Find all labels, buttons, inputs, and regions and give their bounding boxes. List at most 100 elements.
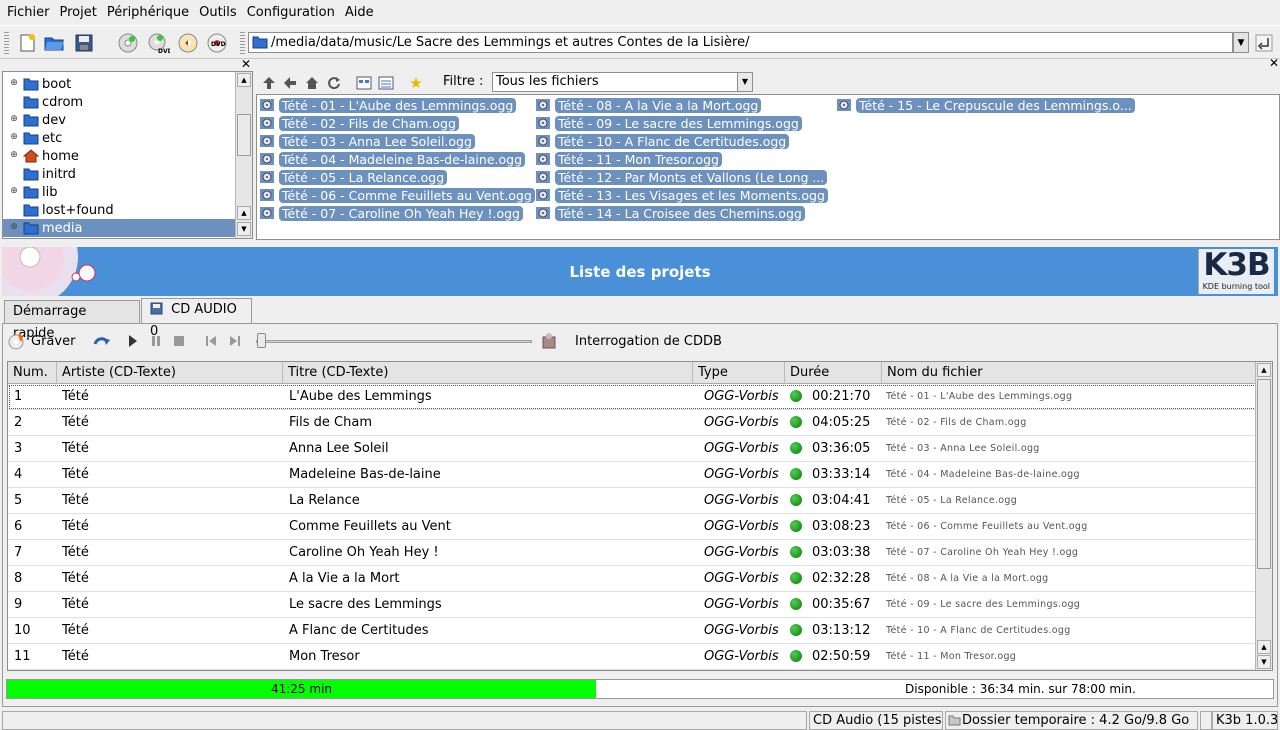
tree-scroll-thumb[interactable] — [237, 114, 251, 156]
location-go-button[interactable] — [1253, 31, 1275, 54]
menu-peripherique[interactable]: Périphérique — [102, 5, 194, 20]
file-item[interactable]: Tété - 07 - Caroline Oh Yeah Hey !.ogg — [259, 205, 523, 221]
pause-button[interactable] — [151, 330, 161, 352]
menu-configuration[interactable]: Configuration — [242, 5, 340, 20]
tab-quick-start[interactable]: Démarrage rapide — [4, 300, 140, 341]
file-item[interactable]: Tété - 12 - Par Monts et Vallons (Le Lon… — [535, 169, 828, 185]
copy-cd-button[interactable] — [175, 30, 201, 56]
table-row[interactable]: 7 Tété Caroline Oh Yeah Hey ! OGG-Vorbis 03:… — [8, 540, 1257, 566]
column-filename[interactable]: Nom du fichier — [882, 362, 1257, 384]
file-item[interactable]: Tété - 04 - Madeleine Bas-de-laine.ogg — [259, 151, 526, 167]
file-item[interactable]: Tété - 06 - Comme Feuillets au Vent.ogg — [259, 187, 535, 203]
table-row[interactable]: 10 Tété A Flanc de Certitudes OGG-Vorbis 03:… — [8, 618, 1257, 644]
expand-icon[interactable]: ⊕ — [9, 223, 19, 233]
table-row[interactable]: 1 Tété L'Aube des Lemmings OGG-Vorbis 00:21:… — [8, 384, 1257, 410]
file-item[interactable]: Tété - 14 - La Croisee des Chemins.ogg — [535, 205, 805, 221]
tab-cd-audio[interactable]: CD AUDIO 0 — [141, 298, 252, 339]
file-item[interactable]: Tété - 08 - A la Vie a la Mort.ogg — [535, 97, 762, 113]
seek-slider-handle[interactable] — [257, 333, 266, 348]
table-row[interactable]: 6 Tété Comme Feuillets au Vent OGG-Vorbis 03… — [8, 514, 1257, 540]
file-item[interactable]: Tété - 11 - Mon Tresor.ogg — [535, 151, 722, 167]
short-view-button[interactable] — [354, 73, 374, 93]
scroll-up-icon[interactable]: ▲ — [1257, 640, 1271, 654]
tree-item[interactable]: lost+found — [3, 201, 235, 219]
scroll-up-icon[interactable]: ▲ — [1257, 363, 1271, 377]
file-item[interactable]: Tété - 13 - Les Visages et les Moments.o… — [535, 187, 828, 203]
stop-button[interactable] — [174, 330, 184, 352]
menu-aide[interactable]: Aide — [340, 5, 379, 20]
next-button[interactable] — [230, 330, 240, 352]
tree-item[interactable]: initrd — [3, 165, 235, 183]
filebrowser-close-icon[interactable]: ✕ — [1268, 56, 1280, 70]
expand-icon[interactable]: ⊕ — [9, 187, 19, 197]
file-item[interactable]: Tété - 10 - A Flanc de Certitudes.ogg — [535, 133, 790, 149]
tree-item[interactable]: ⊕ boot — [3, 75, 235, 93]
seek-slider-track[interactable] — [256, 340, 532, 343]
toolbar-grip[interactable] — [4, 32, 9, 54]
file-item[interactable]: Tété - 03 - Anna Lee Soleil.ogg — [259, 133, 475, 149]
previous-button[interactable] — [206, 330, 216, 352]
status-ok-icon — [790, 624, 802, 636]
column-duration[interactable]: Durée — [785, 362, 882, 384]
copy-dvd-button[interactable]: DVD — [204, 30, 230, 56]
scroll-up-icon[interactable]: ▲ — [237, 206, 251, 220]
file-item[interactable]: Tété - 05 - La Relance.ogg — [259, 169, 448, 185]
chevron-down-icon[interactable]: ▼ — [737, 73, 752, 91]
tree-item[interactable]: ⊕ home — [3, 147, 235, 165]
back-button[interactable] — [280, 73, 300, 93]
table-row[interactable]: 4 Tété Madeleine Bas-de-laine OGG-Vorbis 03:… — [8, 462, 1257, 488]
tree-item[interactable]: ⊕ media — [3, 219, 235, 237]
new-dvd-button[interactable]: DVD — [145, 30, 171, 56]
new-audio-cd-button[interactable] — [115, 30, 141, 56]
scroll-down-icon[interactable]: ▼ — [1257, 655, 1271, 669]
location-input[interactable]: /media/data/music/Le Sacre des Lemmings … — [248, 32, 1233, 53]
tree-item[interactable]: ⊕ dev — [3, 111, 235, 129]
file-item[interactable]: Tété - 15 - Le Crepuscule des Lemmings.o… — [836, 97, 1135, 113]
tree-item[interactable]: cdrom — [3, 93, 235, 111]
detail-view-button[interactable] — [376, 73, 396, 93]
table-row[interactable]: 5 Tété La Relance OGG-Vorbis 03:04:41 Tété - … — [8, 488, 1257, 514]
convert-button[interactable] — [93, 330, 111, 352]
scroll-down-icon[interactable]: ▼ — [237, 222, 251, 236]
table-scroll-thumb[interactable] — [1257, 379, 1271, 569]
table-row[interactable]: 9 Tété Le sacre des Lemmings OGG-Vorbis 00:3… — [8, 592, 1257, 618]
expand-icon[interactable]: ⊕ — [9, 133, 19, 143]
column-type[interactable]: Type — [693, 362, 785, 384]
file-item[interactable]: Tété - 01 - L'Aube des Lemmings.ogg — [259, 97, 517, 113]
up-button[interactable] — [259, 73, 279, 93]
expand-icon[interactable]: ⊕ — [9, 151, 19, 161]
expand-icon[interactable]: ⊕ — [9, 79, 19, 89]
bookmark-star-icon[interactable]: ★ — [406, 73, 426, 93]
menu-projet[interactable]: Projet — [55, 5, 102, 20]
location-dropdown-button[interactable]: ▼ — [1233, 32, 1249, 53]
file-item[interactable]: Tété - 02 - Fils de Cham.ogg — [259, 115, 459, 131]
burn-button[interactable]: Graver — [8, 330, 75, 352]
table-row[interactable]: 8 Tété A la Vie a la Mort OGG-Vorbis 02:32:2… — [8, 566, 1257, 592]
save-button[interactable] — [71, 30, 97, 56]
open-button[interactable] — [41, 30, 67, 56]
tree-close-icon[interactable]: ✕ — [240, 57, 252, 71]
table-scrollbar[interactable]: ▲ ▲ ▼ — [1255, 362, 1272, 670]
file-item[interactable]: Tété - 09 - Le sacre des Lemmings.ogg — [535, 115, 802, 131]
tree-scrollbar[interactable]: ▲ ▲ ▼ — [235, 72, 252, 238]
tree-item[interactable]: ⊕ etc — [3, 129, 235, 147]
expand-icon[interactable]: ⊕ — [9, 115, 19, 125]
reload-button[interactable] — [324, 73, 344, 93]
table-row[interactable]: 11 Tété Mon Tresor OGG-Vorbis 02:50:59 Tété -… — [8, 644, 1257, 670]
home-button[interactable] — [302, 73, 322, 93]
cddb-label[interactable]: Interrogation de CDDB — [575, 330, 722, 352]
menu-fichier[interactable]: Fichier — [2, 5, 55, 20]
new-project-button[interactable] — [14, 30, 40, 56]
tree-item[interactable]: ⊕ lib — [3, 183, 235, 201]
location-grip[interactable] — [240, 32, 245, 54]
scroll-up-icon[interactable]: ▲ — [237, 73, 251, 87]
filter-combo[interactable]: Tous les fichiers ▼ — [492, 72, 753, 92]
column-title[interactable]: Titre (CD-Texte) — [283, 362, 693, 384]
column-artist[interactable]: Artiste (CD-Texte) — [57, 362, 283, 384]
column-num[interactable]: Num. — [8, 362, 57, 384]
play-button[interactable] — [128, 330, 138, 352]
cddb-button[interactable] — [540, 330, 558, 352]
menu-outils[interactable]: Outils — [194, 5, 242, 20]
table-row[interactable]: 2 Tété Fils de Cham OGG-Vorbis 04:05:25 Tété … — [8, 410, 1257, 436]
table-row[interactable]: 3 Tété Anna Lee Soleil OGG-Vorbis 03:36:05 Té… — [8, 436, 1257, 462]
